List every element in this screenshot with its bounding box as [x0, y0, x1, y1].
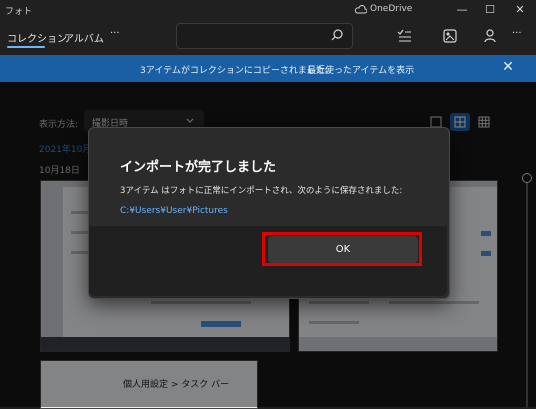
banner-recent-link[interactable]: 最近使ったアイテムを表示: [307, 63, 414, 76]
account-icon[interactable]: [482, 28, 498, 44]
onedrive-label[interactable]: OneDrive: [370, 4, 412, 14]
onedrive-cloud-icon[interactable]: [354, 5, 367, 14]
banner-close-button[interactable]: ✕: [500, 59, 516, 75]
tab-collection[interactable]: コレクション: [7, 30, 67, 45]
tab-selected-indicator: [7, 46, 45, 48]
nav-more-button[interactable]: ···: [110, 28, 120, 39]
import-icon[interactable]: [442, 28, 458, 44]
ok-button-highlight: [262, 232, 422, 266]
minimize-button[interactable]: —: [454, 2, 470, 18]
dialog-message: 3アイテム はフォトに正常にインポートされ、次のように保存されました:: [120, 186, 403, 196]
dialog-title: インポートが完了しました: [120, 160, 277, 175]
search-icon[interactable]: [330, 28, 344, 42]
search-input[interactable]: [176, 23, 353, 49]
maximize-button[interactable]: ☐: [482, 2, 498, 18]
close-window-button[interactable]: ✕: [512, 2, 528, 18]
tab-album[interactable]: アルバム: [64, 30, 104, 45]
toolbar-more-button[interactable]: ···: [512, 28, 522, 39]
app-title: フォト: [5, 7, 33, 17]
select-list-icon[interactable]: [396, 28, 412, 44]
banner-message: 3アイテムがコレクションにコピーされました。: [140, 66, 334, 76]
dialog-save-path-link[interactable]: C:¥Users¥User¥Pictures: [120, 206, 228, 216]
